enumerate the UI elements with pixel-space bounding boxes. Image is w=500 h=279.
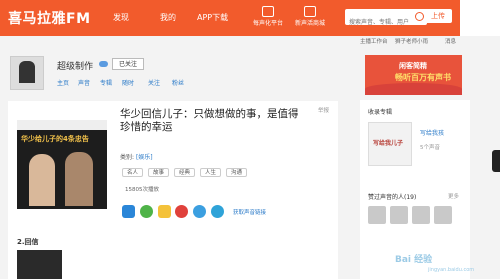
tag[interactable]: 名人	[122, 168, 144, 177]
tag[interactable]: 沟通	[226, 168, 248, 177]
messages-link[interactable]: 消息	[445, 37, 456, 45]
track-category: 类别: [娱乐]	[120, 152, 153, 161]
ad-line1: 闲客简精	[399, 62, 427, 70]
window-edge	[460, 0, 500, 36]
tencent-weibo-icon[interactable]	[193, 205, 206, 218]
liker-avatar[interactable]	[368, 206, 386, 224]
nav-discover[interactable]: 发现	[113, 12, 129, 23]
liker-avatar[interactable]	[390, 206, 408, 224]
category-label: 类别:	[120, 154, 135, 161]
verified-badge	[99, 61, 108, 67]
likers-header: 赞过声音的人(19)	[368, 194, 417, 201]
tab-fans[interactable]: 粉丝	[172, 78, 184, 87]
share-plus-icon[interactable]	[122, 205, 135, 218]
ad-banner[interactable]: 闲客简精 畅听百万有声书	[365, 55, 462, 95]
album-name-link[interactable]: 写给我孩	[420, 128, 444, 137]
track-title: 华少回信儿子：只做想做的事，是值得珍惜的幸运	[120, 108, 299, 133]
screen-edge-tab	[492, 150, 500, 172]
get-sound-link[interactable]: 获取声音链接	[233, 208, 266, 216]
avatar[interactable]	[10, 56, 44, 90]
tab-moments[interactable]: 随时	[122, 78, 134, 87]
more-link[interactable]: 更多	[448, 192, 459, 200]
follow-button[interactable]: 已关注	[112, 58, 144, 70]
record-button[interactable]: 每声化平台	[253, 6, 283, 27]
weibo-icon[interactable]	[175, 205, 188, 218]
tag[interactable]: 故事	[148, 168, 170, 177]
mall-label: 新声活商城	[295, 20, 326, 27]
liker-avatar[interactable]	[412, 206, 430, 224]
site-logo[interactable]: 喜马拉雅FM	[8, 8, 91, 28]
wechat-icon[interactable]	[140, 205, 153, 218]
tab-sounds[interactable]: 声音	[78, 78, 90, 87]
tab-following[interactable]: 关注	[148, 78, 160, 87]
section-heading: 2.回信	[17, 238, 39, 246]
mall-button[interactable]: 新声活商城	[295, 6, 325, 27]
tag[interactable]: 人生	[200, 168, 222, 177]
top-navigation-bar: 喜马拉雅FM 发现 我的 APP下载 每声化平台 新声活商城 上传	[0, 0, 500, 36]
category-link[interactable]: [娱乐]	[136, 154, 153, 161]
tab-albums[interactable]: 专辑	[100, 78, 112, 87]
user-name-link[interactable]: 狮子老师小雨	[395, 37, 428, 45]
nav-app-download[interactable]: APP下载	[197, 12, 228, 23]
ad-line2: 畅听百万有声书	[395, 73, 451, 82]
section-thumbnail[interactable]	[17, 250, 62, 279]
record-label: 每声化平台	[253, 20, 284, 27]
album-thumb-text: 写给我儿子	[373, 140, 404, 147]
track-cover-image[interactable]: 华少给儿子的4条忠告	[17, 120, 107, 209]
liker-avatar[interactable]	[434, 206, 452, 224]
report-link[interactable]: 举报	[318, 106, 329, 114]
nav-mine[interactable]: 我的	[160, 12, 176, 23]
qzone-star-icon[interactable]	[158, 205, 171, 218]
qq-icon[interactable]	[211, 205, 224, 218]
tab-home[interactable]: 主页	[57, 78, 69, 87]
baidu-watermark: Bai 经验	[395, 255, 433, 265]
profile-name[interactable]: 超级制作	[57, 59, 93, 72]
upload-button[interactable]: 上传	[424, 9, 452, 23]
album-sound-count: 5个声音	[420, 145, 440, 151]
microphone-icon	[262, 6, 274, 17]
search-box[interactable]	[345, 9, 427, 31]
baidu-watermark-url: jingyan.baidu.com	[428, 267, 475, 273]
creator-workbench-link[interactable]: 主播工作台	[360, 37, 388, 45]
search-icon[interactable]	[415, 12, 424, 21]
tag[interactable]: 经典	[174, 168, 196, 177]
album-thumbnail[interactable]: 写给我儿子	[368, 122, 412, 166]
play-count: 15805次播放	[125, 187, 159, 193]
cover-title: 华少给儿子的4条忠告	[21, 135, 89, 143]
album-section-header: 收录专辑	[368, 109, 393, 116]
shop-icon	[304, 6, 316, 17]
